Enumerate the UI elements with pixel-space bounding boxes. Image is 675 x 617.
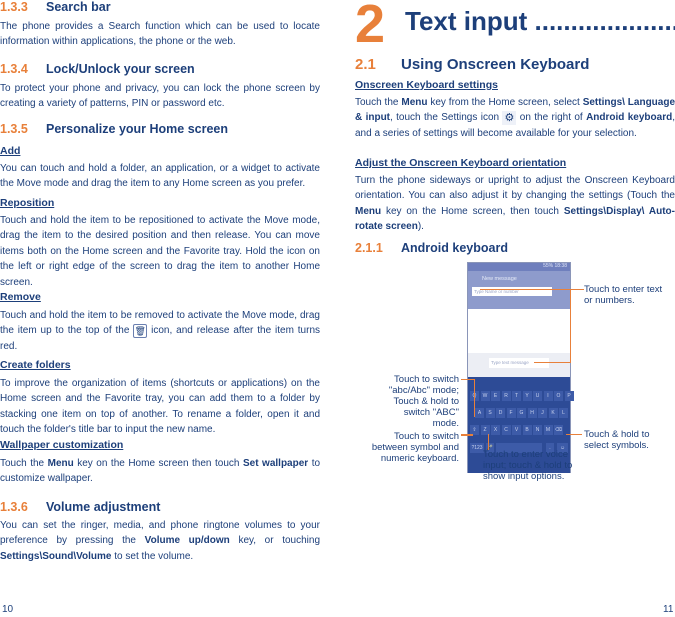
- heading-1-3-3: 1.3.3 Search bar: [0, 0, 111, 14]
- page-number-left: 10: [2, 604, 14, 615]
- key-X[interactable]: X: [491, 425, 500, 435]
- folders-text: To improve the organization of items (sh…: [0, 378, 320, 436]
- callout-switch-mode: Touch to switch "abc/Abc" mode; Touch & …: [388, 374, 459, 429]
- remove-text: Touch and hold the item to be removed to…: [0, 310, 321, 352]
- key-A[interactable]: A: [475, 408, 484, 418]
- trash-icon: 🗑: [133, 323, 148, 338]
- key-H[interactable]: H: [527, 408, 537, 418]
- heading-1-3-5: 1.3.5 Personalize your Home screen: [0, 122, 229, 136]
- key-N[interactable]: N: [533, 425, 542, 435]
- heading-1-3-6: 1.3.6 Volume adjustment: [0, 500, 161, 514]
- key-J[interactable]: J: [538, 408, 547, 418]
- orientation-text: Turn the phone sideways or upright to ad…: [355, 175, 675, 233]
- key-⌫[interactable]: ⌫: [554, 425, 563, 435]
- message-field[interactable]: Type text message: [489, 358, 549, 368]
- key-C[interactable]: C: [501, 425, 511, 435]
- key-B[interactable]: B: [522, 425, 532, 435]
- settings-gear-icon: ⚙: [502, 110, 517, 125]
- wallpaper-text: Touch the Menu key on the Home screen th…: [0, 458, 321, 485]
- key-O[interactable]: O: [554, 391, 563, 401]
- key-P[interactable]: P: [564, 391, 574, 401]
- keyboard-settings-heading: Onscreen Keyboard settings: [355, 79, 498, 91]
- callout-switch-symbol: Touch to switch between symbol and numer…: [371, 431, 459, 464]
- chapter-title: Text input ....................: [405, 6, 675, 36]
- message-header: New message Type Name or number: [468, 271, 570, 309]
- header-title: New message: [482, 276, 517, 282]
- callout-voice: Touch to enter voice input; touch & hold…: [483, 449, 573, 482]
- status-bar: 55% 18:38: [468, 263, 570, 271]
- key-M[interactable]: M: [543, 425, 553, 435]
- key-G[interactable]: G: [517, 408, 526, 418]
- key-D[interactable]: D: [496, 408, 505, 418]
- wallpaper-heading: Wallpaper customization: [0, 439, 124, 451]
- add-text: You can touch and hold a folder, an appl…: [0, 163, 320, 190]
- key-R[interactable]: R: [501, 391, 511, 401]
- remove-heading: Remove: [0, 291, 41, 303]
- key-F[interactable]: F: [506, 408, 516, 418]
- key-Y[interactable]: Y: [522, 391, 532, 401]
- keyboard-settings-text: Touch the Menu key from the Home screen,…: [355, 97, 675, 139]
- key-K[interactable]: K: [548, 408, 558, 418]
- search-bar-text: The phone provides a Search function whi…: [0, 21, 320, 48]
- heading-2-1: 2.1 Using Onscreen Keyboard: [355, 56, 590, 73]
- folders-heading: Create folders: [0, 359, 71, 371]
- key-U[interactable]: U: [533, 391, 542, 401]
- key-T[interactable]: T: [512, 391, 521, 401]
- key-W[interactable]: W: [480, 391, 490, 401]
- reposition-heading: Reposition: [0, 197, 55, 209]
- key-I[interactable]: I: [543, 391, 553, 401]
- sym-key[interactable]: ?123: [470, 443, 484, 453]
- key-S[interactable]: S: [485, 408, 495, 418]
- orientation-heading: Adjust the Onscreen Keyboard orientation: [355, 157, 567, 169]
- compose-bar: Type text message: [468, 353, 570, 377]
- chapter-number: 2: [355, 0, 386, 54]
- page-number-right: 11: [663, 604, 674, 615]
- lock-text: To protect your phone and privacy, you c…: [0, 83, 320, 110]
- key-V[interactable]: V: [512, 425, 521, 435]
- key-E[interactable]: E: [491, 391, 500, 401]
- volume-text: You can set the ringer, media, and phone…: [0, 520, 321, 562]
- add-heading: Add: [0, 145, 21, 157]
- phone-screenshot: 55% 18:38 New message Type Name or numbe…: [467, 262, 574, 473]
- reposition-text: Touch and hold the item to be reposition…: [0, 215, 320, 288]
- callout-enter-text: Touch to enter text or numbers.: [584, 284, 663, 306]
- key-L[interactable]: L: [559, 408, 568, 418]
- heading-1-3-4: 1.3.4 Lock/Unlock your screen: [0, 62, 195, 76]
- heading-2-1-1: 2.1.1 Android keyboard: [355, 241, 508, 255]
- callout-symbols: Touch & hold to select symbols.: [584, 429, 650, 451]
